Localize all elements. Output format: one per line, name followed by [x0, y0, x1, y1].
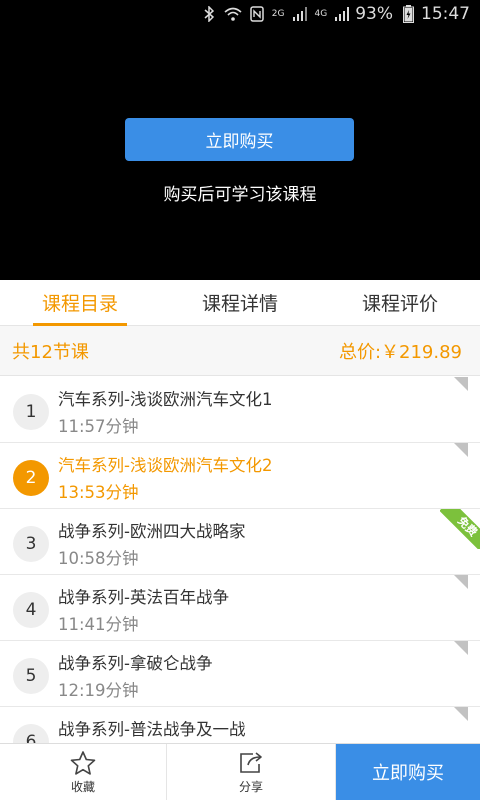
lesson-list[interactable]: 1 汽车系列-浅谈欧洲汽车文化1 11:57分钟 2 汽车系列-浅谈欧洲汽车文化… [0, 377, 480, 743]
lock-corner-icon [454, 641, 468, 655]
lesson-number: 5 [13, 658, 49, 694]
total-price: 总价:￥219.89 [338, 341, 462, 363]
battery-icon [399, 5, 417, 23]
lesson-duration: 10:58分钟 [58, 549, 139, 568]
tab-reviews[interactable]: 课程评价 [320, 280, 480, 325]
tab-catalog[interactable]: 课程目录 [0, 280, 160, 326]
signal-icon-2 [333, 6, 351, 22]
lesson-count: 共12节课 [12, 341, 89, 363]
lock-corner-icon [454, 443, 468, 457]
lesson-item-1[interactable]: 1 汽车系列-浅谈欧洲汽车文化1 11:57分钟 [0, 377, 480, 443]
tab-reviews-label: 课程评价 [361, 293, 438, 315]
lesson-title: 汽车系列-浅谈欧洲汽车文化2 [58, 456, 273, 475]
bluetooth-icon [200, 6, 218, 22]
lesson-duration: 13:53分钟 [58, 483, 139, 502]
bottom-action-bar: 收藏 分享 立即购买 [0, 743, 480, 800]
nfc-icon [248, 6, 266, 22]
lock-corner-icon [454, 707, 468, 721]
battery-percent: 93% [355, 4, 393, 24]
clock: 15:47 [421, 4, 470, 24]
lesson-number: 2 [13, 460, 49, 496]
lock-corner-icon [454, 575, 468, 589]
free-badge-label: 免费 [440, 509, 480, 549]
lesson-item-3[interactable]: 3 战争系列-欧洲四大战略家 10:58分钟 免费 [0, 509, 480, 575]
lesson-item-2[interactable]: 2 汽车系列-浅谈欧洲汽车文化2 13:53分钟 [0, 443, 480, 509]
network-type-label: 2G [271, 9, 285, 19]
lesson-item-6[interactable]: 6 战争系列-普法战争及一战 [0, 707, 480, 743]
wifi-icon [224, 6, 242, 22]
lesson-title: 战争系列-拿破仑战争 [58, 654, 213, 673]
share-label: 分享 [238, 779, 263, 794]
signal-icon [291, 6, 309, 22]
lesson-title: 汽车系列-浅谈欧洲汽车文化1 [58, 390, 273, 409]
lesson-item-5[interactable]: 5 战争系列-拿破仑战争 12:19分钟 [0, 641, 480, 707]
free-badge: 免费 [440, 509, 480, 549]
course-tabs: 课程目录 课程详情 课程评价 [0, 280, 480, 326]
status-bar: 2G 4G 93% 15:47 [0, 0, 480, 28]
lesson-title: 战争系列-欧洲四大战略家 [58, 522, 246, 541]
lesson-duration: 11:57分钟 [58, 417, 139, 436]
star-icon [69, 750, 97, 776]
lesson-title: 战争系列-英法百年战争 [58, 588, 229, 607]
tab-details-label: 课程详情 [201, 293, 278, 315]
tab-catalog-label: 课程目录 [41, 293, 118, 315]
favorite-button[interactable]: 收藏 [0, 744, 167, 800]
lesson-duration: 12:19分钟 [58, 681, 139, 700]
tab-details[interactable]: 课程详情 [160, 280, 320, 325]
lesson-item-4[interactable]: 4 战争系列-英法百年战争 11:41分钟 [0, 575, 480, 641]
lesson-title: 战争系列-普法战争及一战 [58, 720, 246, 739]
video-buy-button[interactable]: 立即购买 [125, 118, 354, 161]
lesson-duration: 11:41分钟 [58, 615, 139, 634]
share-button[interactable]: 分享 [167, 744, 336, 800]
lock-corner-icon [454, 377, 468, 391]
lesson-number: 4 [13, 592, 49, 628]
lesson-number: 3 [13, 526, 49, 562]
network-type-label-2: 4G [314, 9, 328, 19]
lesson-number: 1 [13, 394, 49, 430]
course-summary: 共12节课 总价:￥219.89 [0, 326, 480, 376]
favorite-label: 收藏 [70, 779, 95, 794]
lesson-number: 6 [13, 724, 49, 743]
share-icon [237, 750, 265, 776]
video-purchase-hint: 购买后可学习该课程 [163, 185, 317, 205]
buy-now-button[interactable]: 立即购买 [336, 744, 480, 800]
video-player[interactable]: 立即购买 购买后可学习该课程 [0, 28, 480, 280]
